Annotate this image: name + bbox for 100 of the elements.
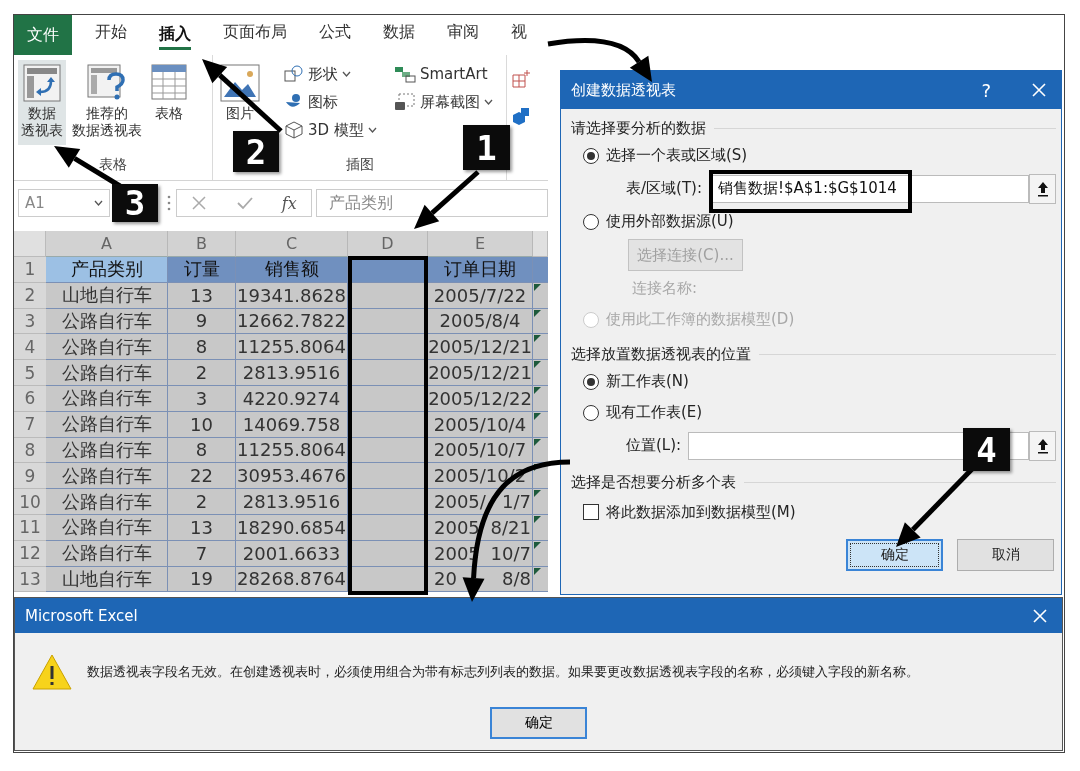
name-box[interactable]: A1 xyxy=(18,189,110,217)
section-heading: 选择放置数据透视表的位置 xyxy=(571,344,751,364)
ribbon-tab[interactable]: 数据 xyxy=(367,15,431,55)
camera-icon xyxy=(393,93,416,111)
formula-field[interactable]: 产品类别 xyxy=(316,189,548,217)
table-cell: 11255.8064 xyxy=(236,334,348,361)
field-label: 表/区域(T): xyxy=(626,179,702,198)
row-number[interactable]: 9 xyxy=(14,463,46,490)
table-cell: 公路自行车 xyxy=(46,360,168,386)
connection-name-label: 连接名称: xyxy=(632,279,698,298)
insert-function-button[interactable]: fx xyxy=(281,193,297,213)
collapse-button[interactable] xyxy=(1029,430,1056,461)
field-label: 位置(L): xyxy=(626,436,682,455)
pointer-arrow xyxy=(414,170,480,229)
warning-icon xyxy=(31,653,73,691)
ok-button[interactable]: 确定 xyxy=(490,707,587,739)
row-number[interactable]: 5 xyxy=(14,360,46,386)
group-label: 插图 xyxy=(345,156,374,174)
table-cell: 2005/12/21 xyxy=(428,360,533,386)
section-heading: 选择是否想要分析多个表 xyxy=(571,472,736,492)
radio-button[interactable] xyxy=(583,213,599,230)
table-cell: 产品类别 xyxy=(46,257,168,283)
table-cell: 10 xyxy=(168,411,236,438)
table-cell: 2005/12/21 xyxy=(428,334,533,361)
dialog-button[interactable]: 取消 xyxy=(957,539,1054,571)
row-number[interactable]: 10 xyxy=(14,489,46,515)
radio-button[interactable] xyxy=(583,147,599,164)
more-dots-icon xyxy=(166,194,172,212)
table-cell: 公路自行车 xyxy=(46,334,168,361)
caret-icon xyxy=(483,99,493,105)
close-icon[interactable] xyxy=(1032,607,1048,624)
check-icon[interactable] xyxy=(235,195,254,211)
option-label: 使用外部数据源(U) xyxy=(606,212,734,231)
row-number[interactable]: 13 xyxy=(14,566,46,593)
caret-icon xyxy=(342,71,351,77)
blocks-icon xyxy=(511,107,531,125)
ribbon-small-button[interactable]: 图标 xyxy=(284,90,377,114)
table-cell: 2005/8/4 xyxy=(428,308,533,335)
table-cell: 公路自行车 xyxy=(46,489,168,515)
ribbon-tab[interactable]: 视 xyxy=(495,15,543,55)
radio-button[interactable] xyxy=(583,404,599,421)
table-cell: 13 xyxy=(168,514,236,541)
step-badge: 2 xyxy=(233,131,279,172)
row-number[interactable]: 7 xyxy=(14,411,46,438)
dialog-button[interactable]: 确定 xyxy=(846,539,943,571)
collapse-button[interactable] xyxy=(1029,173,1056,204)
row-number[interactable]: 6 xyxy=(14,386,46,412)
shapes-icon xyxy=(284,65,304,83)
option-label: 新工作表(N) xyxy=(606,372,689,391)
file-tab[interactable]: 文件 xyxy=(14,15,72,55)
table-cell: 2005/ 1/7 xyxy=(428,489,533,515)
cube-icon xyxy=(284,121,304,139)
column-header[interactable]: E xyxy=(428,231,533,257)
ribbon-tab[interactable]: 审阅 xyxy=(431,15,495,55)
option-label: 将此数据添加到数据模型(M) xyxy=(606,502,796,522)
table-cell: 订量 xyxy=(168,257,236,283)
ribbon-small-button[interactable]: 屏幕截图 xyxy=(393,90,493,114)
row-number[interactable]: 1 xyxy=(14,257,46,283)
option-label: 使用此工作簿的数据模型(D) xyxy=(606,310,795,329)
group-label: 表格 xyxy=(99,156,127,174)
ribbon-small-button[interactable]: 3D 模型 xyxy=(284,118,377,142)
column-header[interactable]: B xyxy=(168,231,236,257)
ribbon-tab[interactable]: 公式 xyxy=(303,15,367,55)
table-cell: 公路自行车 xyxy=(46,540,168,567)
row-number[interactable]: 8 xyxy=(14,437,46,464)
table-cell: 公路自行车 xyxy=(46,514,168,541)
table-cell: 公路自行车 xyxy=(46,411,168,438)
caret-icon xyxy=(367,127,377,133)
dialog-title: 创建数据透视表 xyxy=(571,80,677,100)
column-header[interactable]: A xyxy=(46,231,168,257)
row-number[interactable]: 12 xyxy=(14,540,46,567)
table-cell: 9 xyxy=(168,308,236,335)
ribbon-tab[interactable]: 开始 xyxy=(79,15,143,55)
error-message: 数据透视表字段名无效。在创建透视表时，必须使用组合为带有标志列列表的数据。如果要更改数据透视表字段的名称，必须键入字段的新名称。 xyxy=(87,663,919,681)
column-header[interactable]: D xyxy=(348,231,428,257)
row-number[interactable]: 11 xyxy=(14,514,46,541)
ribbon-small-button[interactable]: 形状 xyxy=(284,62,377,86)
table-cell: 30953.4676 xyxy=(236,463,348,490)
close-icon[interactable] xyxy=(1031,82,1047,98)
ribbon-small-button[interactable]: SmartArt xyxy=(393,62,493,86)
column-header[interactable]: C xyxy=(236,231,348,257)
upload-arrow-icon xyxy=(1036,180,1049,197)
row-number[interactable]: 4 xyxy=(14,334,46,361)
table-cell: 销售额 xyxy=(236,257,348,283)
upload-arrow-icon xyxy=(1036,437,1049,454)
ribbon-tab[interactable]: 插入 xyxy=(143,15,207,55)
row-number[interactable]: 3 xyxy=(14,308,46,335)
ribbon-button[interactable]: 数据 透视表 xyxy=(18,60,66,145)
message-box-title: Microsoft Excel xyxy=(25,606,139,625)
table-cell: 2 xyxy=(168,360,236,386)
step-badge: 1 xyxy=(463,125,510,170)
row-number[interactable]: 2 xyxy=(14,282,46,309)
help-button[interactable]: ? xyxy=(981,79,991,101)
radio-button[interactable] xyxy=(583,373,599,390)
checkbox[interactable] xyxy=(583,504,599,520)
caret-icon xyxy=(94,200,103,206)
ribbon-button[interactable]: 推荐的 数据透视表 xyxy=(69,60,145,145)
table-cell: 14069.758 xyxy=(236,411,348,438)
ribbon-tab[interactable]: 页面布局 xyxy=(207,15,303,55)
ribbon-button[interactable]: 表格 xyxy=(148,60,190,128)
